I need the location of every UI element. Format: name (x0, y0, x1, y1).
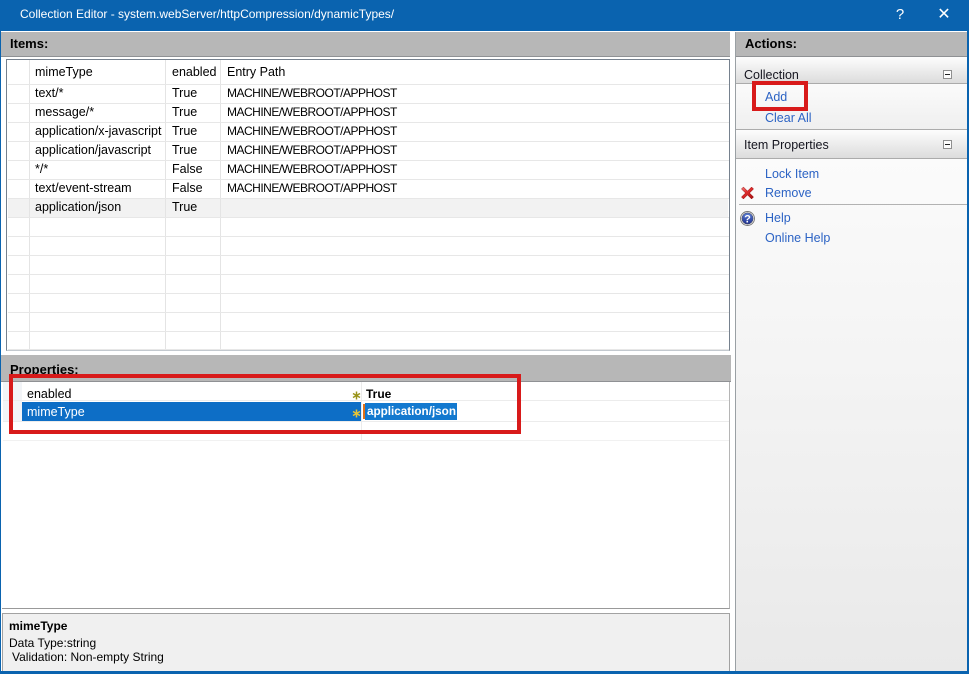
svg-text:?: ? (744, 213, 751, 225)
